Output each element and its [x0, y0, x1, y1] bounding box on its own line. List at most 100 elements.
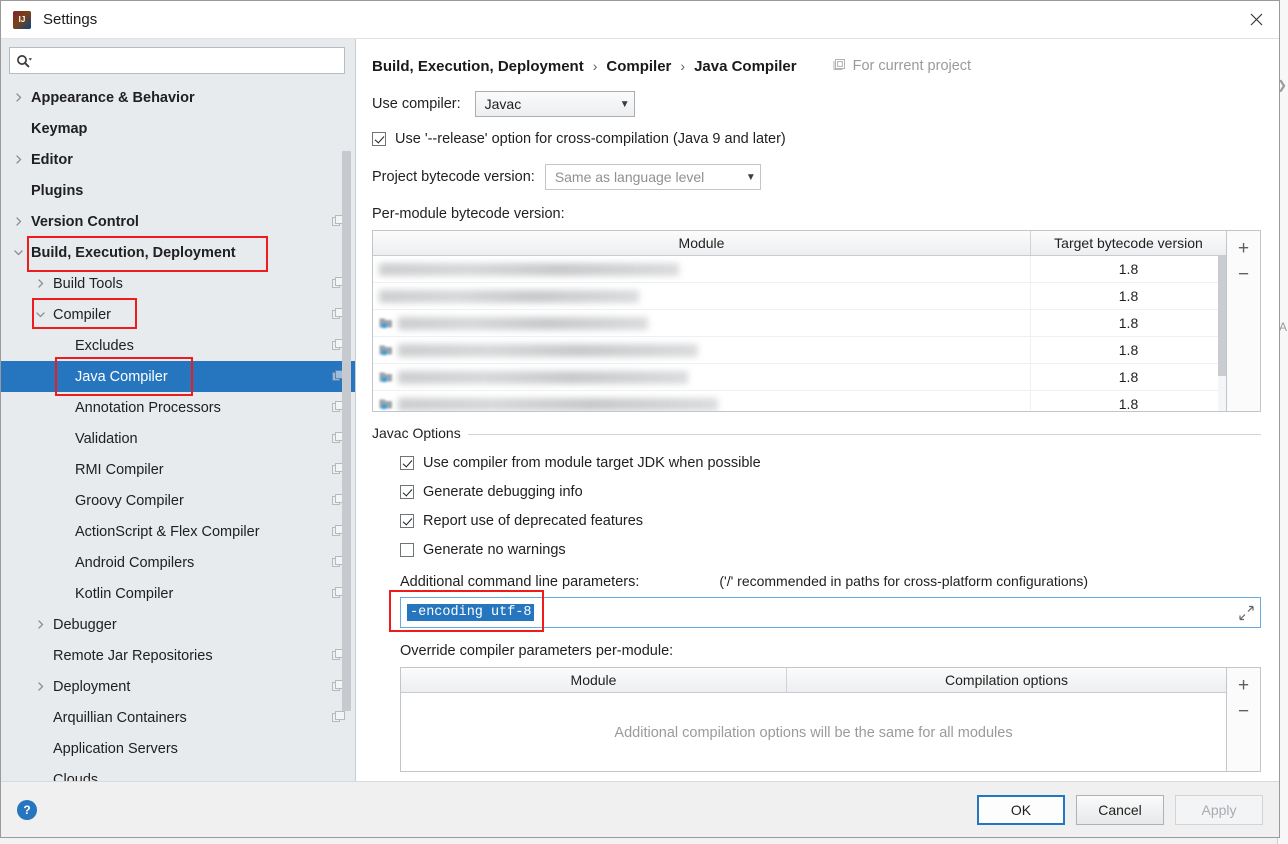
scope-hint: For current project: [833, 58, 971, 75]
javac-checkbox-2[interactable]: Report use of deprecated features: [400, 513, 1261, 529]
chevron-down-icon[interactable]: [11, 246, 25, 260]
module-table: Module Target bytecode version 1.8 1.8 1.8…: [372, 230, 1227, 412]
sidebar-item-clouds[interactable]: Clouds: [1, 764, 355, 782]
release-option-checkbox[interactable]: Use '--release' option for cross-compila…: [372, 131, 1261, 147]
use-compiler-select[interactable]: Javac ▼: [474, 91, 635, 117]
column-header-target-bytecode[interactable]: Target bytecode version: [1030, 231, 1226, 255]
help-button[interactable]: ?: [17, 799, 37, 820]
module-table-row[interactable]: 1.8: [373, 310, 1226, 337]
chevron-right-icon[interactable]: [33, 277, 47, 291]
target-bytecode-cell[interactable]: 1.8: [1030, 310, 1226, 336]
sidebar-item-arquillian-containers[interactable]: Arquillian Containers: [1, 702, 355, 733]
sidebar-item-label: Java Compiler: [75, 368, 168, 385]
search-box[interactable]: [9, 47, 345, 74]
chevron-right-icon[interactable]: [33, 618, 47, 632]
chevron-right-icon[interactable]: [11, 91, 25, 105]
column-header-compilation-options[interactable]: Compilation options: [786, 668, 1226, 692]
sidebar-item-plugins[interactable]: Plugins: [1, 175, 355, 206]
sidebar-item-deployment[interactable]: Deployment: [1, 671, 355, 702]
chevron-right-icon[interactable]: [11, 153, 25, 167]
breadcrumb-item-1[interactable]: Compiler: [606, 58, 671, 75]
chevron-down-icon[interactable]: [33, 308, 47, 322]
sidebar-scrollbar-track[interactable]: [342, 79, 353, 721]
module-table-row[interactable]: 1.8: [373, 391, 1226, 411]
sidebar-item-rmi-compiler[interactable]: RMI Compiler: [1, 454, 355, 485]
sidebar-item-validation[interactable]: Validation: [1, 423, 355, 454]
javac-checkbox-0[interactable]: Use compiler from module target JDK when…: [400, 455, 1261, 471]
apply-button[interactable]: Apply: [1175, 794, 1263, 825]
module-name-cell: [373, 364, 1030, 390]
remove-override-button[interactable]: −: [1231, 698, 1257, 724]
target-bytecode-cell[interactable]: 1.8: [1030, 364, 1226, 390]
javac-checkbox-1[interactable]: Generate debugging info: [400, 484, 1261, 500]
chevron-down-icon: ▼: [619, 98, 630, 110]
module-name-cell: [373, 256, 1030, 282]
module-table-body: 1.8 1.8 1.8 1.8 1.8 1.8: [373, 256, 1226, 411]
module-table-buttons: + −: [1227, 230, 1261, 412]
javac-checkbox-label: Generate debugging info: [423, 484, 583, 500]
add-module-button[interactable]: +: [1231, 235, 1257, 261]
override-table-header: Module Compilation options: [401, 668, 1226, 693]
sidebar-item-build-execution-deployment[interactable]: Build, Execution, Deployment: [1, 237, 355, 268]
search-input[interactable]: [36, 52, 338, 69]
sidebar-item-label: Appearance & Behavior: [31, 89, 195, 106]
close-icon[interactable]: [1233, 1, 1279, 38]
sidebar-item-label: Groovy Compiler: [75, 492, 184, 509]
sidebar-item-editor[interactable]: Editor: [1, 144, 355, 175]
target-bytecode-cell[interactable]: 1.8: [1030, 283, 1226, 309]
module-name-cell: [373, 337, 1030, 363]
module-table-row[interactable]: 1.8: [373, 283, 1226, 310]
chevron-right-icon[interactable]: [11, 215, 25, 229]
javac-checkbox-3[interactable]: Generate no warnings: [400, 542, 1261, 558]
sidebar-item-application-servers[interactable]: Application Servers: [1, 733, 355, 764]
sidebar-item-build-tools[interactable]: Build Tools: [1, 268, 355, 299]
sidebar-item-label: Excludes: [75, 337, 134, 354]
use-compiler-row: Use compiler: Javac ▼: [372, 91, 1261, 117]
sidebar-item-appearance-behavior[interactable]: Appearance & Behavior: [1, 82, 355, 113]
sidebar-item-actionscript-flex-compiler[interactable]: ActionScript & Flex Compiler: [1, 516, 355, 547]
cancel-button[interactable]: Cancel: [1076, 794, 1164, 825]
module-folder-icon: [379, 371, 393, 383]
sidebar-item-java-compiler[interactable]: Java Compiler: [1, 361, 355, 392]
breadcrumb: Build, Execution, Deployment › Compiler …: [372, 53, 1261, 79]
remove-module-button[interactable]: −: [1231, 261, 1257, 287]
sidebar-item-keymap[interactable]: Keymap: [1, 113, 355, 144]
module-name-redacted: [398, 316, 648, 330]
module-folder-icon: [379, 344, 393, 356]
sidebar-item-label: Plugins: [31, 182, 84, 199]
column-header-override-module[interactable]: Module: [401, 668, 786, 692]
module-table-row[interactable]: 1.8: [373, 364, 1226, 391]
chevron-right-icon[interactable]: [33, 680, 47, 694]
add-override-button[interactable]: +: [1231, 672, 1257, 698]
sidebar-item-annotation-processors[interactable]: Annotation Processors: [1, 392, 355, 423]
target-bytecode-cell[interactable]: 1.8: [1030, 391, 1226, 411]
target-bytecode-cell[interactable]: 1.8: [1030, 256, 1226, 282]
javac-options-legend: Javac Options: [372, 425, 468, 441]
sidebar-item-groovy-compiler[interactable]: Groovy Compiler: [1, 485, 355, 516]
sidebar-item-remote-jar-repositories[interactable]: Remote Jar Repositories: [1, 640, 355, 671]
breadcrumb-item-0[interactable]: Build, Execution, Deployment: [372, 58, 584, 75]
sidebar-item-version-control[interactable]: Version Control: [1, 206, 355, 237]
column-header-module[interactable]: Module: [373, 231, 1030, 255]
expand-icon[interactable]: [1239, 605, 1254, 620]
dialog-body: Appearance & Behavior Keymap Editor Plugins…: [1, 39, 1279, 781]
ok-button[interactable]: OK: [977, 794, 1065, 825]
module-name-redacted: [398, 397, 718, 411]
sidebar-item-label: Validation: [75, 430, 138, 447]
sidebar-item-label: Android Compilers: [75, 554, 195, 571]
module-table-row[interactable]: 1.8: [373, 256, 1226, 283]
target-bytecode-cell[interactable]: 1.8: [1030, 337, 1226, 363]
sidebar-item-debugger[interactable]: Debugger: [1, 609, 355, 640]
sidebar-scrollbar-thumb[interactable]: [342, 151, 351, 711]
module-table-scrollbar-thumb[interactable]: [1218, 256, 1226, 376]
sidebar-item-kotlin-compiler[interactable]: Kotlin Compiler: [1, 578, 355, 609]
sidebar-item-compiler[interactable]: Compiler: [1, 299, 355, 330]
search-icon: [16, 54, 32, 68]
module-table-scrollbar-track[interactable]: [1218, 256, 1226, 411]
project-bytecode-select[interactable]: Same as language level ▼: [544, 164, 761, 190]
sidebar-item-android-compilers[interactable]: Android Compilers: [1, 547, 355, 578]
additional-params-input[interactable]: -encoding utf-8: [400, 597, 1261, 628]
sidebar-item-excludes[interactable]: Excludes: [1, 330, 355, 361]
module-table-row[interactable]: 1.8: [373, 337, 1226, 364]
settings-dialog: Settings: [0, 0, 1280, 838]
